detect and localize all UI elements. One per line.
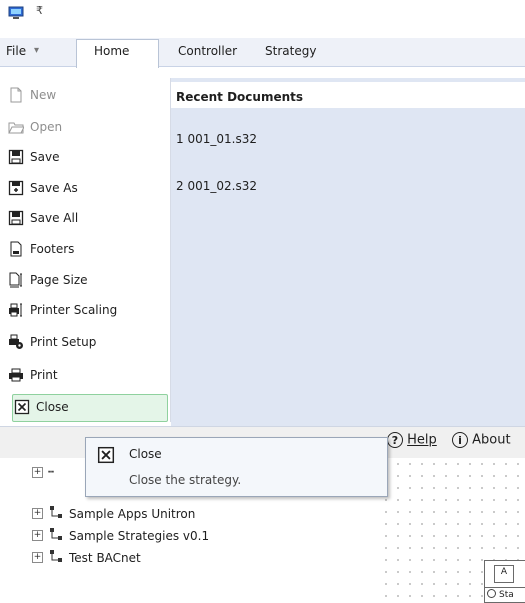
- backstage-item-label: New: [30, 88, 57, 102]
- backstage-item-footers[interactable]: Footers: [8, 237, 162, 261]
- backstage-item-save-as[interactable]: Save As: [8, 176, 162, 200]
- backstage-item-label: Footers: [30, 242, 75, 256]
- print-icon: [8, 367, 24, 383]
- help-link[interactable]: ? Help: [387, 432, 437, 448]
- backstage-item-label: Close: [36, 400, 69, 414]
- backstage-item-label: Open: [30, 120, 63, 134]
- save-icon: [8, 149, 24, 165]
- expand-icon[interactable]: +: [32, 467, 43, 478]
- file-dropdown-chevron-icon[interactable]: ▾: [34, 45, 39, 56]
- backstage-item-open[interactable]: Open: [8, 115, 162, 139]
- backstage-item-label: Save As: [30, 181, 78, 195]
- tree-item-label: Sample Apps Unitron: [69, 506, 196, 521]
- backstage-item-close[interactable]: Close: [14, 395, 168, 419]
- recent-documents-pane: [171, 78, 525, 426]
- tree-item[interactable]: + Sample Apps Unitron: [32, 505, 195, 522]
- backstage-item-save[interactable]: Save: [8, 145, 162, 169]
- quick-access-dropdown-icon[interactable]: ₹: [36, 4, 43, 17]
- new-document-icon: [8, 87, 24, 103]
- close-doc-icon: [14, 399, 30, 415]
- tree-item-label: Sample Strategies v0.1: [69, 528, 210, 543]
- tree-item-label: Test BACnet: [69, 550, 141, 565]
- recent-document-item[interactable]: 2 001_02.s32: [176, 179, 257, 193]
- app-computer-icon: [8, 6, 24, 20]
- expand-icon[interactable]: +: [32, 508, 43, 519]
- backstage-item-label: Page Size: [30, 273, 88, 287]
- print-setup-icon: [8, 334, 24, 350]
- tooltip-title: Close: [129, 447, 162, 461]
- backstage-item-page-size[interactable]: Page Size: [8, 268, 162, 292]
- backstage-item-label: Save: [30, 150, 60, 164]
- backstage-item-print-setup[interactable]: Print Setup: [8, 330, 162, 354]
- tab-strategy[interactable]: Strategy: [265, 44, 316, 58]
- help-label: Help: [407, 432, 437, 448]
- tab-controller[interactable]: Controller: [178, 44, 237, 58]
- tooltip-description: Close the strategy.: [129, 473, 242, 487]
- tree-item[interactable]: + ┅: [32, 467, 54, 478]
- help-icon: ?: [387, 432, 403, 448]
- network-node-icon: [48, 527, 64, 544]
- backstage-item-print[interactable]: Print: [8, 363, 162, 387]
- backstage-item-label: Printer Scaling: [30, 303, 118, 317]
- canvas-block[interactable]: A Sta: [484, 560, 525, 603]
- printer-scaling-icon: [8, 302, 24, 318]
- close-tooltip: [85, 437, 388, 497]
- footers-icon: [8, 241, 24, 257]
- network-node-icon: ┅: [48, 467, 55, 478]
- close-doc-icon: [97, 446, 115, 467]
- page-size-icon: [8, 272, 24, 288]
- prohibited-icon: [487, 589, 496, 598]
- backstage-item-label: Save All: [30, 211, 79, 225]
- save-as-icon: [8, 180, 24, 196]
- tree-item[interactable]: + Sample Strategies v0.1: [32, 527, 209, 544]
- network-node-icon: [48, 549, 64, 566]
- backstage-item-printer-scaling[interactable]: Printer Scaling: [8, 298, 162, 322]
- expand-icon[interactable]: +: [32, 530, 43, 541]
- tab-home[interactable]: Home: [94, 44, 129, 58]
- network-node-icon: [48, 505, 64, 522]
- about-label: About: [472, 432, 511, 448]
- backstage-item-label: Print Setup: [30, 335, 97, 349]
- about-link[interactable]: i About: [452, 432, 511, 448]
- backstage-item-save-all[interactable]: Save All: [8, 206, 162, 230]
- open-folder-icon: [8, 119, 25, 135]
- save-all-icon: [8, 210, 24, 226]
- tab-file[interactable]: File: [6, 44, 26, 58]
- tree-item[interactable]: + Test BACnet: [32, 549, 141, 566]
- recent-documents-title: Recent Documents: [176, 90, 304, 104]
- recent-document-item[interactable]: 1 001_01.s32: [176, 132, 257, 146]
- info-icon: i: [452, 432, 468, 448]
- block-label: A: [494, 565, 514, 583]
- backstage-item-label: Print: [30, 368, 58, 382]
- backstage-item-new[interactable]: New: [8, 83, 162, 107]
- expand-icon[interactable]: +: [32, 552, 43, 563]
- title-bar: [0, 0, 525, 28]
